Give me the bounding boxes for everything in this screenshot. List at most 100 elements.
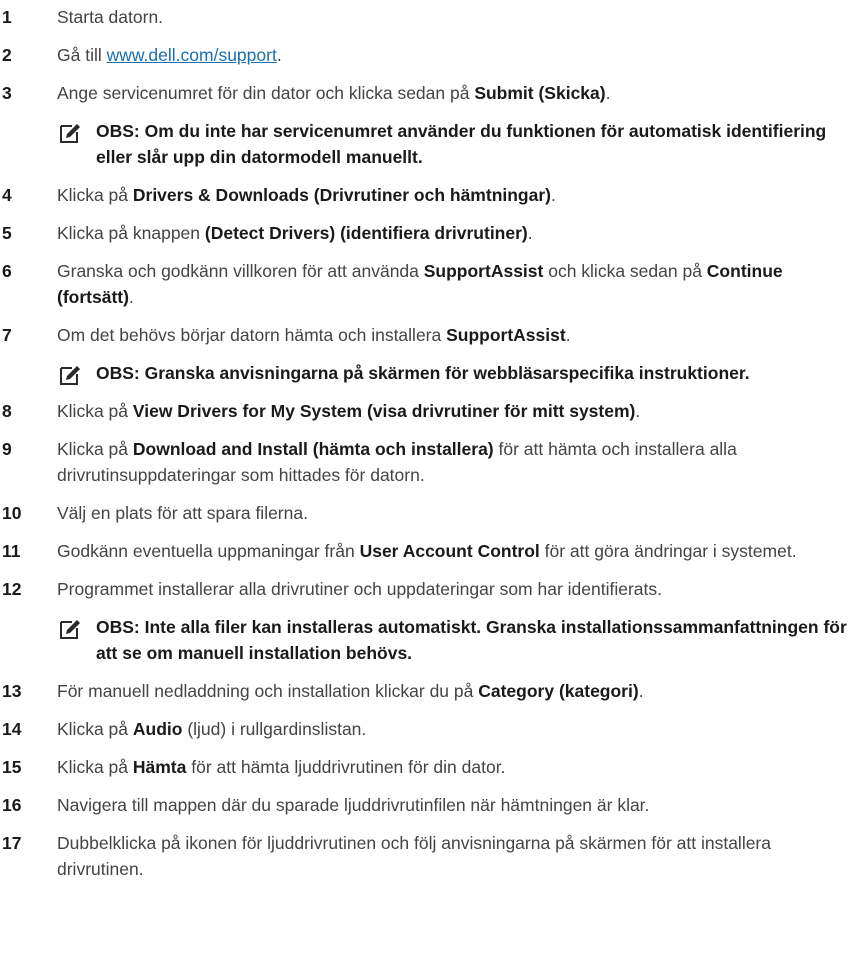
note-text: OBS: Inte alla filer kan installeras aut… <box>96 617 847 663</box>
step-item: 16 Navigera till mappen där du sparade lj… <box>0 792 867 818</box>
step-text-part: . <box>565 325 571 345</box>
step-text: Klicka på Drivers & Downloads (Drivrutin… <box>57 185 556 205</box>
step-number: 1 <box>2 7 12 27</box>
note-callout: OBS: Inte alla filer kan installeras aut… <box>0 614 867 666</box>
step-number: 7 <box>2 325 12 345</box>
step-number: 8 <box>2 401 12 421</box>
step-number: 11 <box>2 541 21 561</box>
step-item: 15 Klicka på Hämta för att hämta ljuddriv… <box>0 754 867 780</box>
step-number: 14 <box>2 719 22 739</box>
step-emphasis: User Account Control <box>359 541 540 561</box>
step-item: 12 Programmet installerar alla drivrutine… <box>0 576 867 602</box>
step-text-part: Godkänn eventuella uppmaningar från <box>57 541 360 561</box>
step-item: 10 Välj en plats för att spara filerna. <box>0 500 867 526</box>
step-text: Dubbelklicka på ikonen för ljuddrivrutin… <box>57 833 771 879</box>
step-emphasis: Category (kategori) <box>478 681 639 701</box>
step-text-part: Starta datorn. <box>57 7 164 27</box>
step-text-part: . <box>276 45 282 65</box>
step-number: 10 <box>2 503 22 523</box>
step-number: 16 <box>2 795 22 815</box>
step-number: 12 <box>2 579 22 599</box>
step-text-part: För manuell nedladdning och installation… <box>57 681 479 701</box>
step-text-part: . <box>635 401 641 421</box>
step-number: 4 <box>2 185 12 205</box>
step-text: Klicka på Hämta för att hämta ljuddrivru… <box>57 757 505 777</box>
step-item: 14 Klicka på Audio (ljud) i rullgardinsli… <box>0 716 867 742</box>
step-emphasis: (Detect Drivers) (identifiera drivrutine… <box>204 223 528 243</box>
step-number: 9 <box>2 439 12 459</box>
step-item: 11 Godkänn eventuella uppmaningar från Us… <box>0 538 867 564</box>
step-text-part: Programmet installerar alla drivrutiner … <box>57 579 662 599</box>
step-number: 15 <box>2 757 22 777</box>
step-emphasis: SupportAssist <box>446 325 566 345</box>
note-pencil-icon <box>58 363 82 387</box>
support-link[interactable]: www.dell.com/support <box>107 45 277 65</box>
step-text: Ange servicenumret för din dator och kli… <box>57 83 610 103</box>
step-text-part: . <box>605 83 611 103</box>
step-text: Programmet installerar alla drivrutiner … <box>57 579 662 599</box>
step-text-part: Klicka på <box>57 401 133 421</box>
step-text-part: Granska och godkänn villkoren för att an… <box>57 261 424 281</box>
note-text: OBS: Om du inte har servicenumret använd… <box>96 121 827 167</box>
step-text: Välj en plats för att spara filerna. <box>57 503 308 523</box>
step-text-part: Välj en plats för att spara filerna. <box>57 503 308 523</box>
step-number: 6 <box>2 261 12 281</box>
step-emphasis: Download and Install (hämta och installe… <box>132 439 494 459</box>
step-text-part: Klicka på knappen <box>57 223 205 243</box>
step-number: 2 <box>2 45 12 65</box>
note-callout: OBS: Om du inte har servicenumret använd… <box>0 118 867 170</box>
step-emphasis: Audio <box>132 719 183 739</box>
step-item: 6 Granska och godkänn villkoren för att a… <box>0 258 867 310</box>
step-number: 3 <box>2 83 12 103</box>
step-text-part: Klicka på <box>57 719 133 739</box>
step-emphasis: Submit (Skicka) <box>474 83 606 103</box>
note-callout: OBS: Granska anvisningarna på skärmen fö… <box>0 360 867 386</box>
note-text: OBS: Granska anvisningarna på skärmen fö… <box>96 363 750 383</box>
step-emphasis: Drivers & Downloads (Drivrutiner och häm… <box>132 185 551 205</box>
step-text-part: Dubbelklicka på ikonen för ljuddrivrutin… <box>57 833 771 879</box>
step-item: 13 För manuell nedladdning och installati… <box>0 678 867 704</box>
step-text: Granska och godkänn villkoren för att an… <box>57 261 783 307</box>
step-emphasis: SupportAssist <box>423 261 544 281</box>
step-text-part: Ange servicenumret för din dator och kli… <box>57 83 475 103</box>
step-number: 5 <box>2 223 12 243</box>
step-text-part: Klicka på <box>57 185 133 205</box>
note-pencil-icon <box>58 617 82 641</box>
step-text-part: . <box>551 185 556 205</box>
step-item: 17 Dubbelklicka på ikonen för ljuddrivrut… <box>0 830 867 882</box>
step-text-part: . <box>527 223 533 243</box>
step-item: 8 Klicka på View Drivers for My System (v… <box>0 398 867 424</box>
step-text-part: . <box>638 681 644 701</box>
step-text-part: Navigera till mappen där du sparade ljud… <box>57 795 650 815</box>
step-item: 5 Klicka på knappen (Detect Drivers) (ide… <box>0 220 867 246</box>
step-text: Godkänn eventuella uppmaningar från User… <box>57 541 797 561</box>
step-text-part: för att hämta ljuddrivrutinen för din da… <box>186 757 506 777</box>
step-item: 9 Klicka på Download and Install (hämta o… <box>0 436 867 488</box>
step-text-part: för att göra ändringar i systemet. <box>539 541 797 561</box>
instruction-list: 1 Starta datorn. 2 Gå till www.dell.com/sup… <box>0 0 867 976</box>
step-text: Klicka på View Drivers for My System (vi… <box>57 401 640 421</box>
step-emphasis: View Drivers for My System (visa drivrut… <box>132 401 636 421</box>
step-emphasis: Hämta <box>132 757 187 777</box>
step-text-part: Om det behövs börjar datorn hämta och in… <box>57 325 447 345</box>
step-text: Gå till www.dell.com/support. <box>57 45 282 65</box>
step-item: 1 Starta datorn. <box>0 4 867 30</box>
step-item: 3 Ange servicenumret för din dator och kl… <box>0 80 867 106</box>
step-item: 4 Klicka på Drivers & Downloads (Drivruti… <box>0 182 867 208</box>
step-text: Starta datorn. <box>57 7 163 27</box>
step-text: Navigera till mappen där du sparade ljud… <box>57 795 649 815</box>
step-item: 2 Gå till www.dell.com/support. <box>0 42 867 68</box>
step-text-part: Klicka på <box>57 757 133 777</box>
step-item: 7 Om det behövs börjar datorn hämta och i… <box>0 322 867 348</box>
step-text-part: Klicka på <box>57 439 133 459</box>
step-number: 13 <box>2 681 22 701</box>
step-text: Klicka på Download and Install (hämta oc… <box>57 439 737 485</box>
step-text-part: och klicka sedan på <box>543 261 707 281</box>
step-text: Om det behövs börjar datorn hämta och in… <box>57 325 571 345</box>
step-text: Klicka på knappen (Detect Drivers) (iden… <box>57 223 533 243</box>
step-text-part: . <box>128 287 134 307</box>
step-text-part: Gå till <box>57 45 107 65</box>
step-number: 17 <box>2 833 22 853</box>
step-text: För manuell nedladdning och installation… <box>57 681 644 701</box>
note-pencil-icon <box>58 121 82 145</box>
